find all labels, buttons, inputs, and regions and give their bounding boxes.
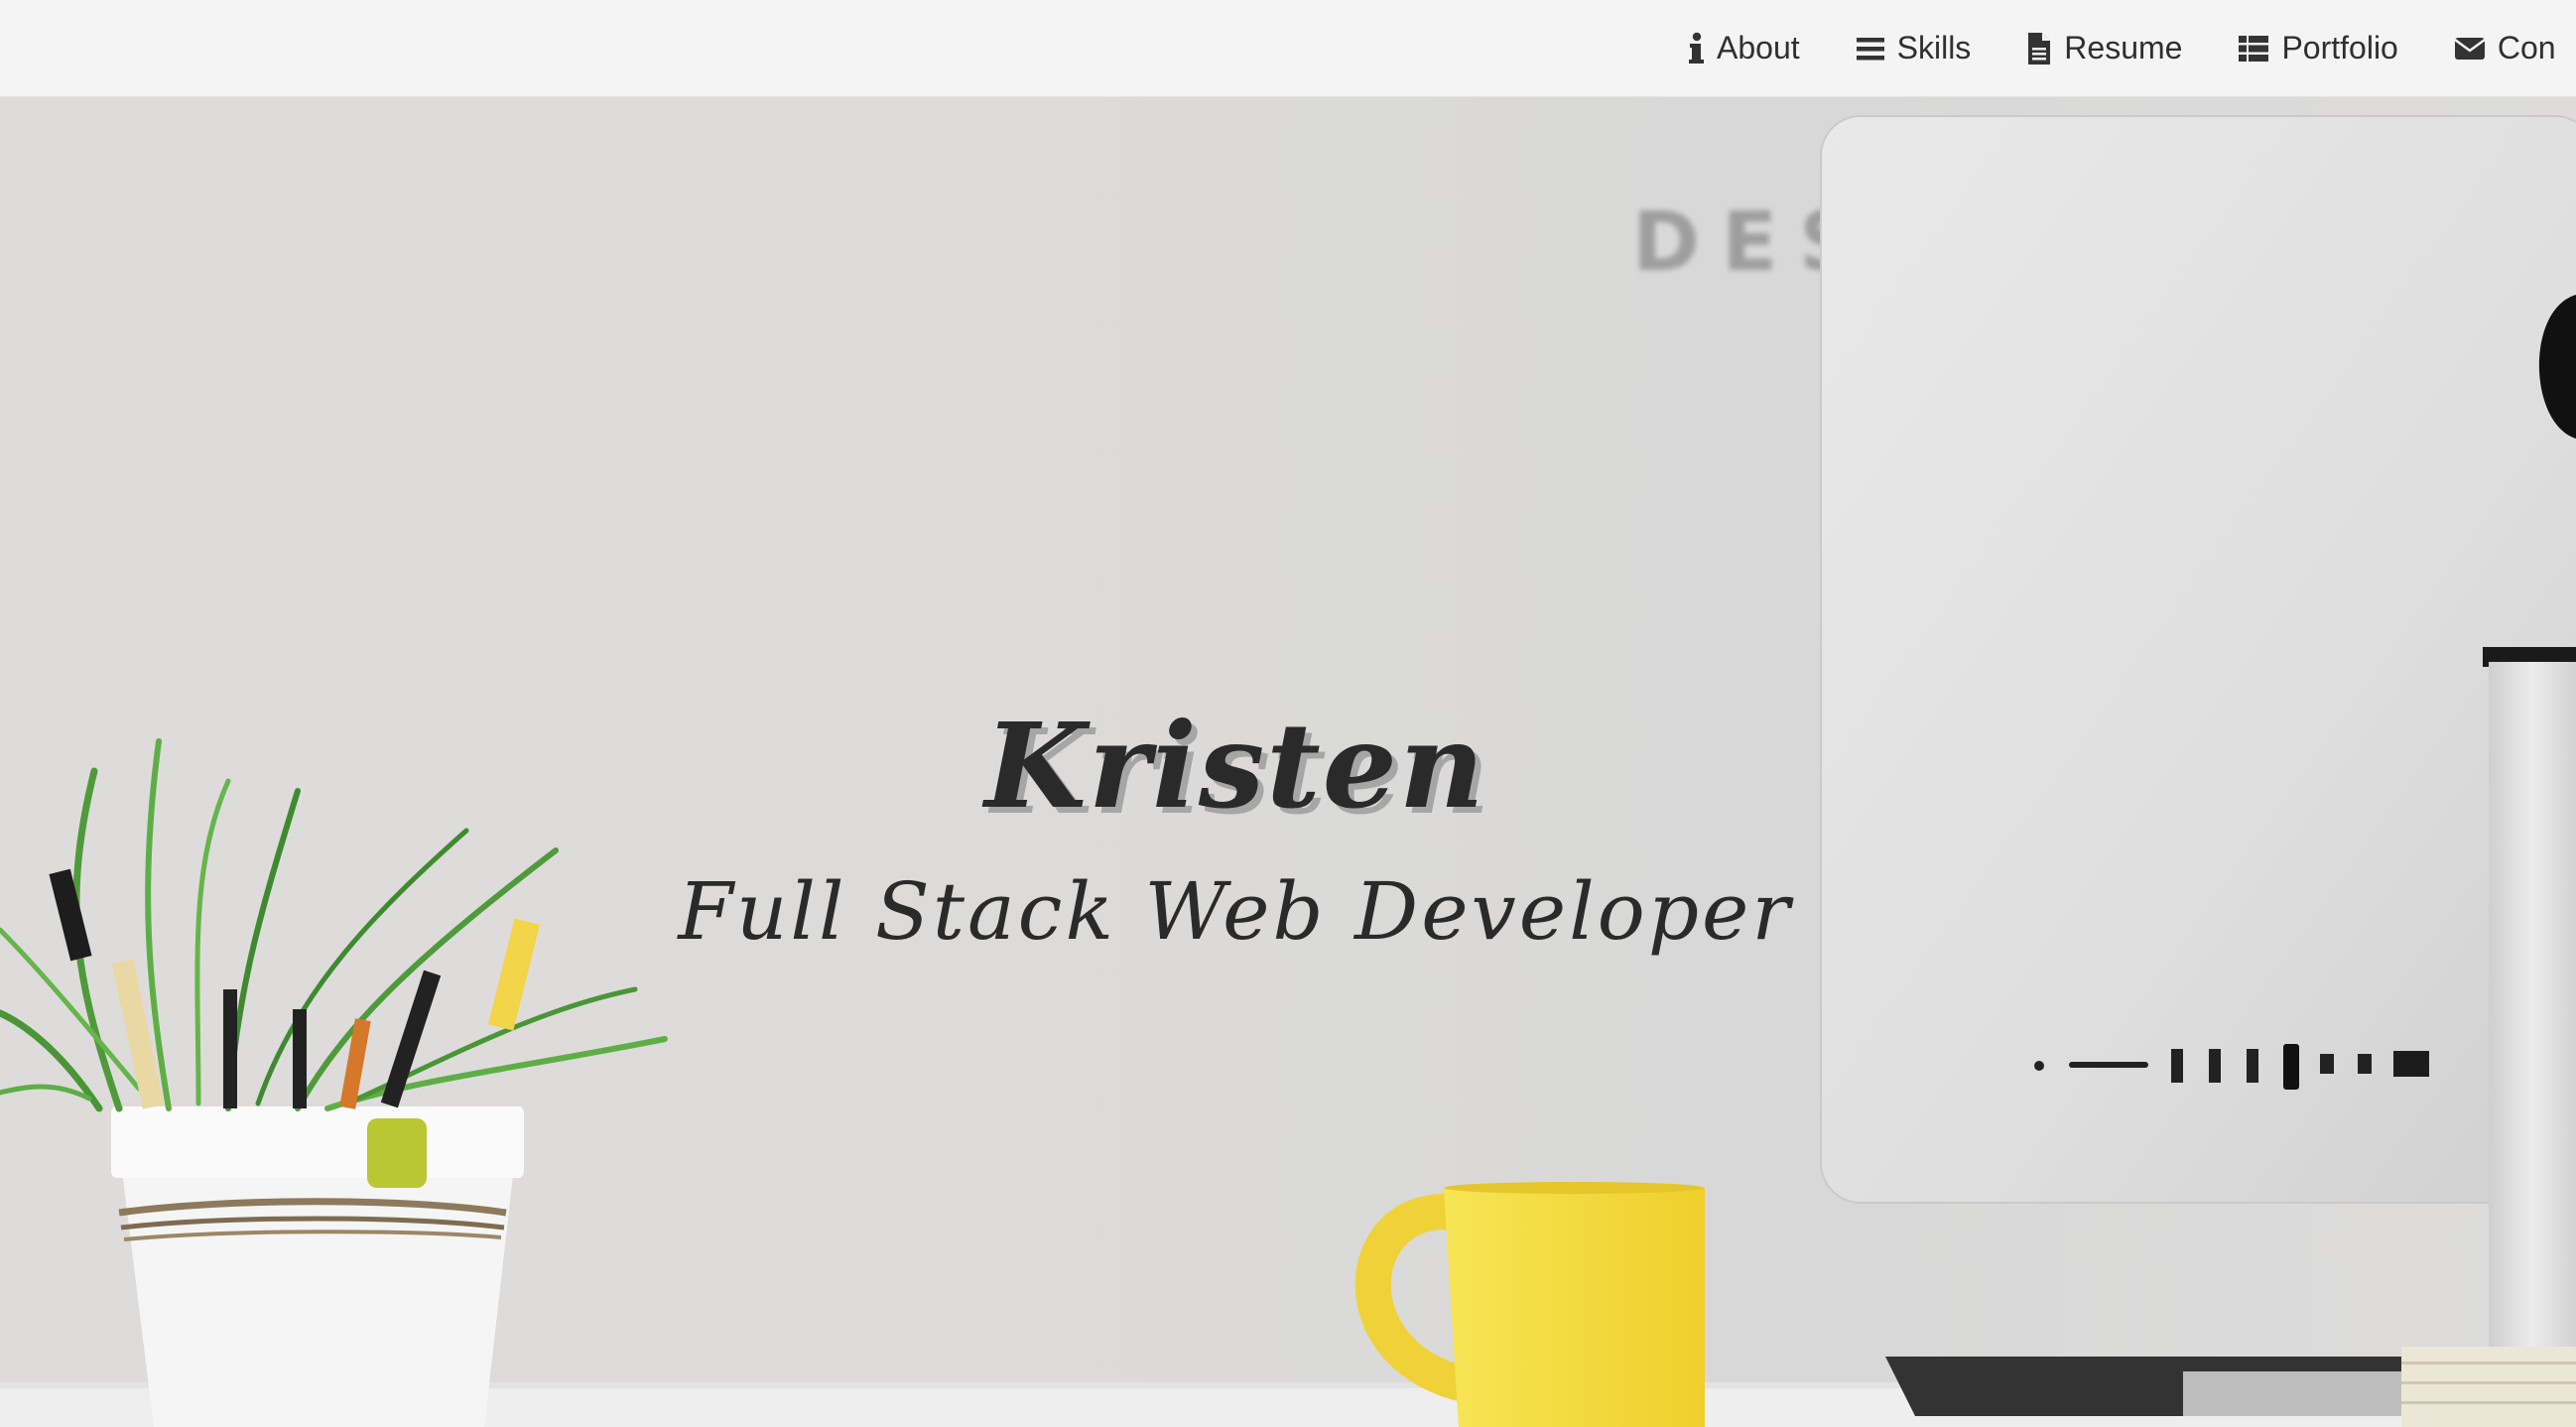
- page: About Skills Resume Portfolio Con DES Kr…: [0, 0, 2576, 1427]
- nav-item-resume[interactable]: Resume: [2026, 30, 2182, 66]
- envelope-icon: [2454, 37, 2486, 60]
- info-icon: [1689, 32, 1704, 64]
- nav-label-skills: Skills: [1896, 30, 1972, 65]
- file-icon: [2028, 32, 2051, 65]
- nav-label-portfolio: Portfolio: [2281, 30, 2398, 65]
- hero-name: Kristen: [984, 697, 1486, 835]
- navbar: About Skills Resume Portfolio Con: [0, 0, 2576, 97]
- nav-item-about[interactable]: About: [1687, 30, 1800, 66]
- nav-label-contact: Con: [2497, 30, 2556, 65]
- nav-label-resume: Resume: [2064, 30, 2183, 65]
- nav-item-contact[interactable]: Con: [2454, 30, 2556, 66]
- hero-subtitle: Full Stack Web Developer: [678, 865, 1793, 958]
- nav-item-skills[interactable]: Skills: [1856, 30, 1972, 66]
- grid-icon: [2239, 35, 2269, 62]
- nav-list: About Skills Resume Portfolio Con: [1687, 0, 2576, 96]
- plant-pot-illustration: [0, 738, 668, 1427]
- bars-icon: [1856, 37, 1884, 60]
- nav-label-about: About: [1717, 30, 1800, 65]
- nav-item-portfolio[interactable]: Portfolio: [2238, 30, 2398, 66]
- hero-section: DES Kristen Full Stack Web Developer: [0, 96, 2576, 1427]
